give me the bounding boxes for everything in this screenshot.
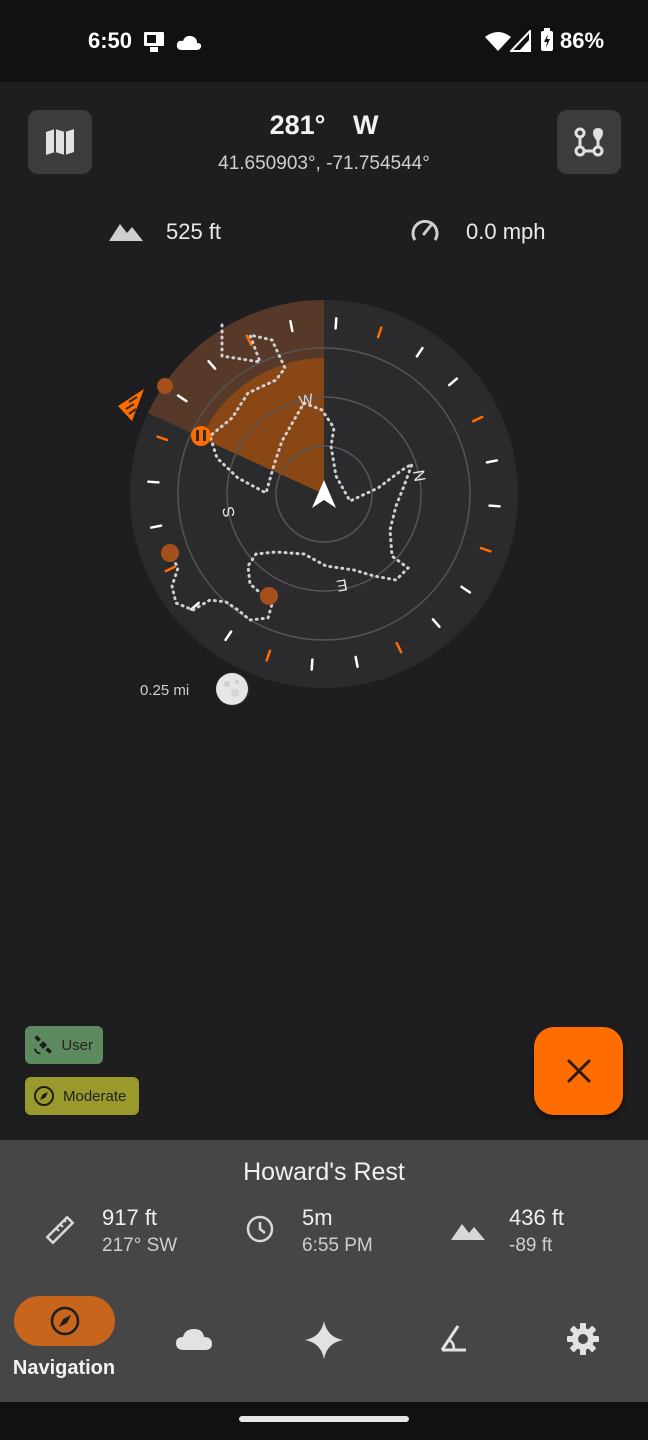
altitude-value: 525 ft <box>166 219 222 244</box>
coordinates: 41.650903°, -71.754544° <box>218 153 430 174</box>
moon-icon <box>216 672 250 706</box>
compass-tick <box>488 504 501 508</box>
battery-icon <box>541 28 553 51</box>
close-icon <box>567 1059 590 1083</box>
destination-distance: 917 ft <box>102 1205 158 1230</box>
heading-degrees: 281° <box>269 110 326 140</box>
cancel-navigation-button[interactable] <box>534 1027 623 1115</box>
gesture-handle[interactable] <box>239 1416 409 1422</box>
destination-name: Howard's Rest <box>243 1158 405 1186</box>
navigation-icon <box>50 1306 79 1336</box>
cloud-status-icon <box>176 35 202 50</box>
speed-value: 0.0 mph <box>466 219 546 244</box>
location-source-label: User <box>61 1036 93 1054</box>
map-scale-label: 0.25 mi <box>140 682 190 699</box>
nav-label-navigation: Navigation <box>12 1357 116 1379</box>
compass-accuracy-badge[interactable]: Moderate <box>25 1077 139 1115</box>
route-button[interactable] <box>557 110 621 174</box>
speedometer-icon <box>411 219 439 241</box>
heading-readout: 281° W <box>0 110 648 141</box>
cast-icon <box>144 32 164 52</box>
compass-tick <box>310 658 314 671</box>
weather-icon[interactable] <box>174 1326 214 1352</box>
compass-radar: W N E S <box>118 300 518 688</box>
compass-tick <box>147 480 160 484</box>
waypoint-marker-icon <box>191 426 211 446</box>
battery-percent: 86% <box>560 28 605 53</box>
cell-signal-icon <box>510 30 531 52</box>
destination-elevation: 436 ft <box>509 1205 565 1230</box>
astronomy-icon[interactable] <box>304 1320 344 1360</box>
settings-icon[interactable] <box>566 1322 600 1356</box>
altitude-icon <box>109 224 143 241</box>
destination-direction-icon <box>118 389 144 421</box>
heading-direction: W <box>352 110 379 140</box>
tools-icon[interactable] <box>438 1322 470 1354</box>
satellite-icon <box>33 1035 52 1055</box>
compass-icon <box>34 1086 54 1106</box>
wifi-icon <box>485 32 511 51</box>
compass-tick <box>334 317 338 330</box>
nav-item-navigation[interactable] <box>14 1296 115 1346</box>
elevation-change: -89 ft <box>509 1235 553 1256</box>
ruler-icon <box>45 1215 75 1245</box>
destination-bearing: 217° SW <box>102 1235 178 1256</box>
eta-time: 6:55 PM <box>302 1235 373 1256</box>
status-time: 6:50 <box>88 28 133 53</box>
elevation-icon <box>451 1224 485 1240</box>
compass-accuracy-label: Moderate <box>63 1087 127 1105</box>
location-source-badge[interactable]: User <box>25 1026 103 1064</box>
clock-icon <box>246 1215 274 1243</box>
route-icon <box>574 127 604 157</box>
eta-duration: 5m <box>302 1205 333 1230</box>
